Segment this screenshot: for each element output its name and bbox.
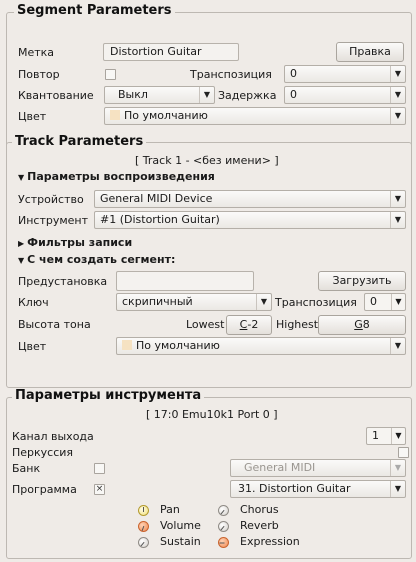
track-parameters-title: Track Parameters (12, 134, 147, 149)
chevron-down-icon: ▼ (390, 108, 405, 124)
triangle-down-icon: ▼ (18, 256, 25, 265)
highest-label: Highest (276, 318, 319, 331)
program-value: 31. Distortion Guitar (238, 482, 351, 495)
highest-value-underlined: G (354, 318, 363, 331)
chevron-down-icon[interactable]: ▼ (391, 294, 405, 310)
track-name: [ Track 1 - <без имени> ] (135, 154, 279, 167)
create-segments-toggle[interactable]: ▼ С чем создать сегмент: (18, 253, 175, 266)
percussion-label: Перкуссия (12, 446, 74, 459)
playback-section-toggle[interactable]: ▼ Параметры воспроизведения (18, 170, 215, 183)
quantize-value: Выкл (118, 88, 148, 101)
clef-value: скрипичный (122, 295, 193, 308)
preset-field[interactable] (116, 271, 254, 291)
delay-combo[interactable]: 0 ▼ (284, 86, 406, 104)
delay-label: Задержка (218, 89, 277, 102)
bank-combo[interactable]: General MIDI ▼ (230, 459, 406, 477)
chevron-down-icon[interactable]: ▼ (391, 428, 405, 444)
expression-label: Expression (240, 535, 300, 548)
chevron-down-icon: ▼ (199, 87, 214, 103)
volume-knob-icon[interactable] (138, 521, 149, 532)
segment-color-value: По умолчанию (124, 109, 208, 122)
create-segments-label: С чем создать сегмент: (27, 253, 176, 266)
program-checkbox[interactable]: × (94, 484, 105, 495)
chevron-down-icon: ▼ (390, 87, 405, 103)
track-color-value: По умолчанию (136, 339, 220, 352)
chevron-down-icon: ▼ (390, 66, 405, 82)
preset-label: Предустановка (18, 275, 108, 288)
device-value: General MIDI Device (100, 192, 213, 205)
out-channel-value: 1 (372, 429, 379, 442)
lowest-value-rest: -2 (247, 318, 259, 331)
segment-label-label: Метка (18, 46, 55, 59)
highest-pitch-button[interactable]: G8 (318, 315, 406, 335)
device-combo[interactable]: General MIDI Device ▼ (94, 190, 406, 208)
track-color-combo[interactable]: По умолчанию ▼ (116, 337, 406, 355)
color-swatch (110, 110, 120, 120)
track-transpose-label: Транспозиция (275, 296, 357, 309)
port-name: [ 17:0 Emu10k1 Port 0 ] (146, 408, 278, 421)
sustain-label: Sustain (160, 535, 201, 548)
track-transpose-value: 0 (370, 295, 377, 308)
percussion-checkbox[interactable] (398, 447, 409, 458)
track-color-label: Цвет (18, 340, 47, 353)
track-transpose-spinbox[interactable]: 0 ▼ (364, 293, 406, 311)
program-combo[interactable]: 31. Distortion Guitar ▼ (230, 480, 406, 498)
repeat-checkbox[interactable] (105, 69, 116, 80)
delay-value: 0 (290, 88, 297, 101)
expression-knob-icon[interactable] (218, 537, 229, 548)
instrument-label: Инструмент (18, 214, 89, 227)
record-filters-label: Фильтры записи (27, 236, 133, 249)
segment-transpose-combo[interactable]: 0 ▼ (284, 65, 406, 83)
chevron-down-icon: ▼ (256, 294, 271, 310)
segment-color-combo[interactable]: По умолчанию ▼ (104, 107, 406, 125)
clef-label: Ключ (18, 296, 49, 309)
pan-knob-icon[interactable] (138, 505, 149, 516)
lowest-pitch-button[interactable]: C-2 (226, 315, 272, 335)
bank-label: Банк (12, 462, 41, 475)
chevron-down-icon: ▼ (390, 481, 405, 497)
repeat-label: Повтор (18, 68, 60, 81)
segment-label-field[interactable]: Distortion Guitar (103, 43, 239, 61)
volume-label: Volume (160, 519, 201, 532)
playback-section-label: Параметры воспроизведения (27, 170, 215, 183)
triangle-down-icon: ▼ (18, 173, 25, 182)
quantize-label: Квантование (18, 89, 94, 102)
load-preset-button[interactable]: Загрузить (318, 271, 406, 291)
color-swatch (122, 340, 132, 350)
reverb-label: Reverb (240, 519, 279, 532)
program-label: Программа (12, 483, 77, 496)
reverb-knob-icon[interactable] (218, 521, 229, 532)
out-channel-spinbox[interactable]: 1 ▼ (366, 427, 406, 445)
instrument-combo[interactable]: #1 (Distortion Guitar) ▼ (94, 211, 406, 229)
segment-transpose-value: 0 (290, 67, 297, 80)
segment-transpose-label: Транспозиция (190, 68, 272, 81)
chorus-knob-icon[interactable] (218, 505, 229, 516)
segment-color-label: Цвет (18, 110, 47, 123)
chevron-down-icon: ▼ (390, 460, 405, 476)
out-channel-label: Канал выхода (12, 430, 94, 443)
highest-value-rest: 8 (362, 318, 370, 331)
chevron-down-icon: ▼ (390, 338, 405, 354)
sustain-knob-icon[interactable] (138, 537, 149, 548)
triangle-right-icon: ▶ (18, 239, 25, 248)
instrument-value: #1 (Distortion Guitar) (100, 213, 220, 226)
device-label: Устройство (18, 193, 84, 206)
instrument-parameters-group (6, 397, 412, 559)
record-filters-toggle[interactable]: ▶ Фильтры записи (18, 236, 132, 249)
bank-checkbox[interactable] (94, 463, 105, 474)
bank-value: General MIDI (244, 461, 316, 474)
clef-combo[interactable]: скрипичный ▼ (116, 293, 272, 311)
quantize-combo[interactable]: Выкл ▼ (104, 86, 215, 104)
instrument-parameters-title: Параметры инструмента (12, 388, 205, 403)
chevron-down-icon: ▼ (390, 212, 405, 228)
edit-label-button[interactable]: Правка (336, 42, 404, 62)
pan-label: Pan (160, 503, 180, 516)
lowest-label: Lowest (186, 318, 225, 331)
chevron-down-icon: ▼ (390, 191, 405, 207)
chorus-label: Chorus (240, 503, 279, 516)
pitch-label: Высота тона (18, 318, 91, 331)
segment-parameters-title: Segment Parameters (14, 3, 175, 18)
